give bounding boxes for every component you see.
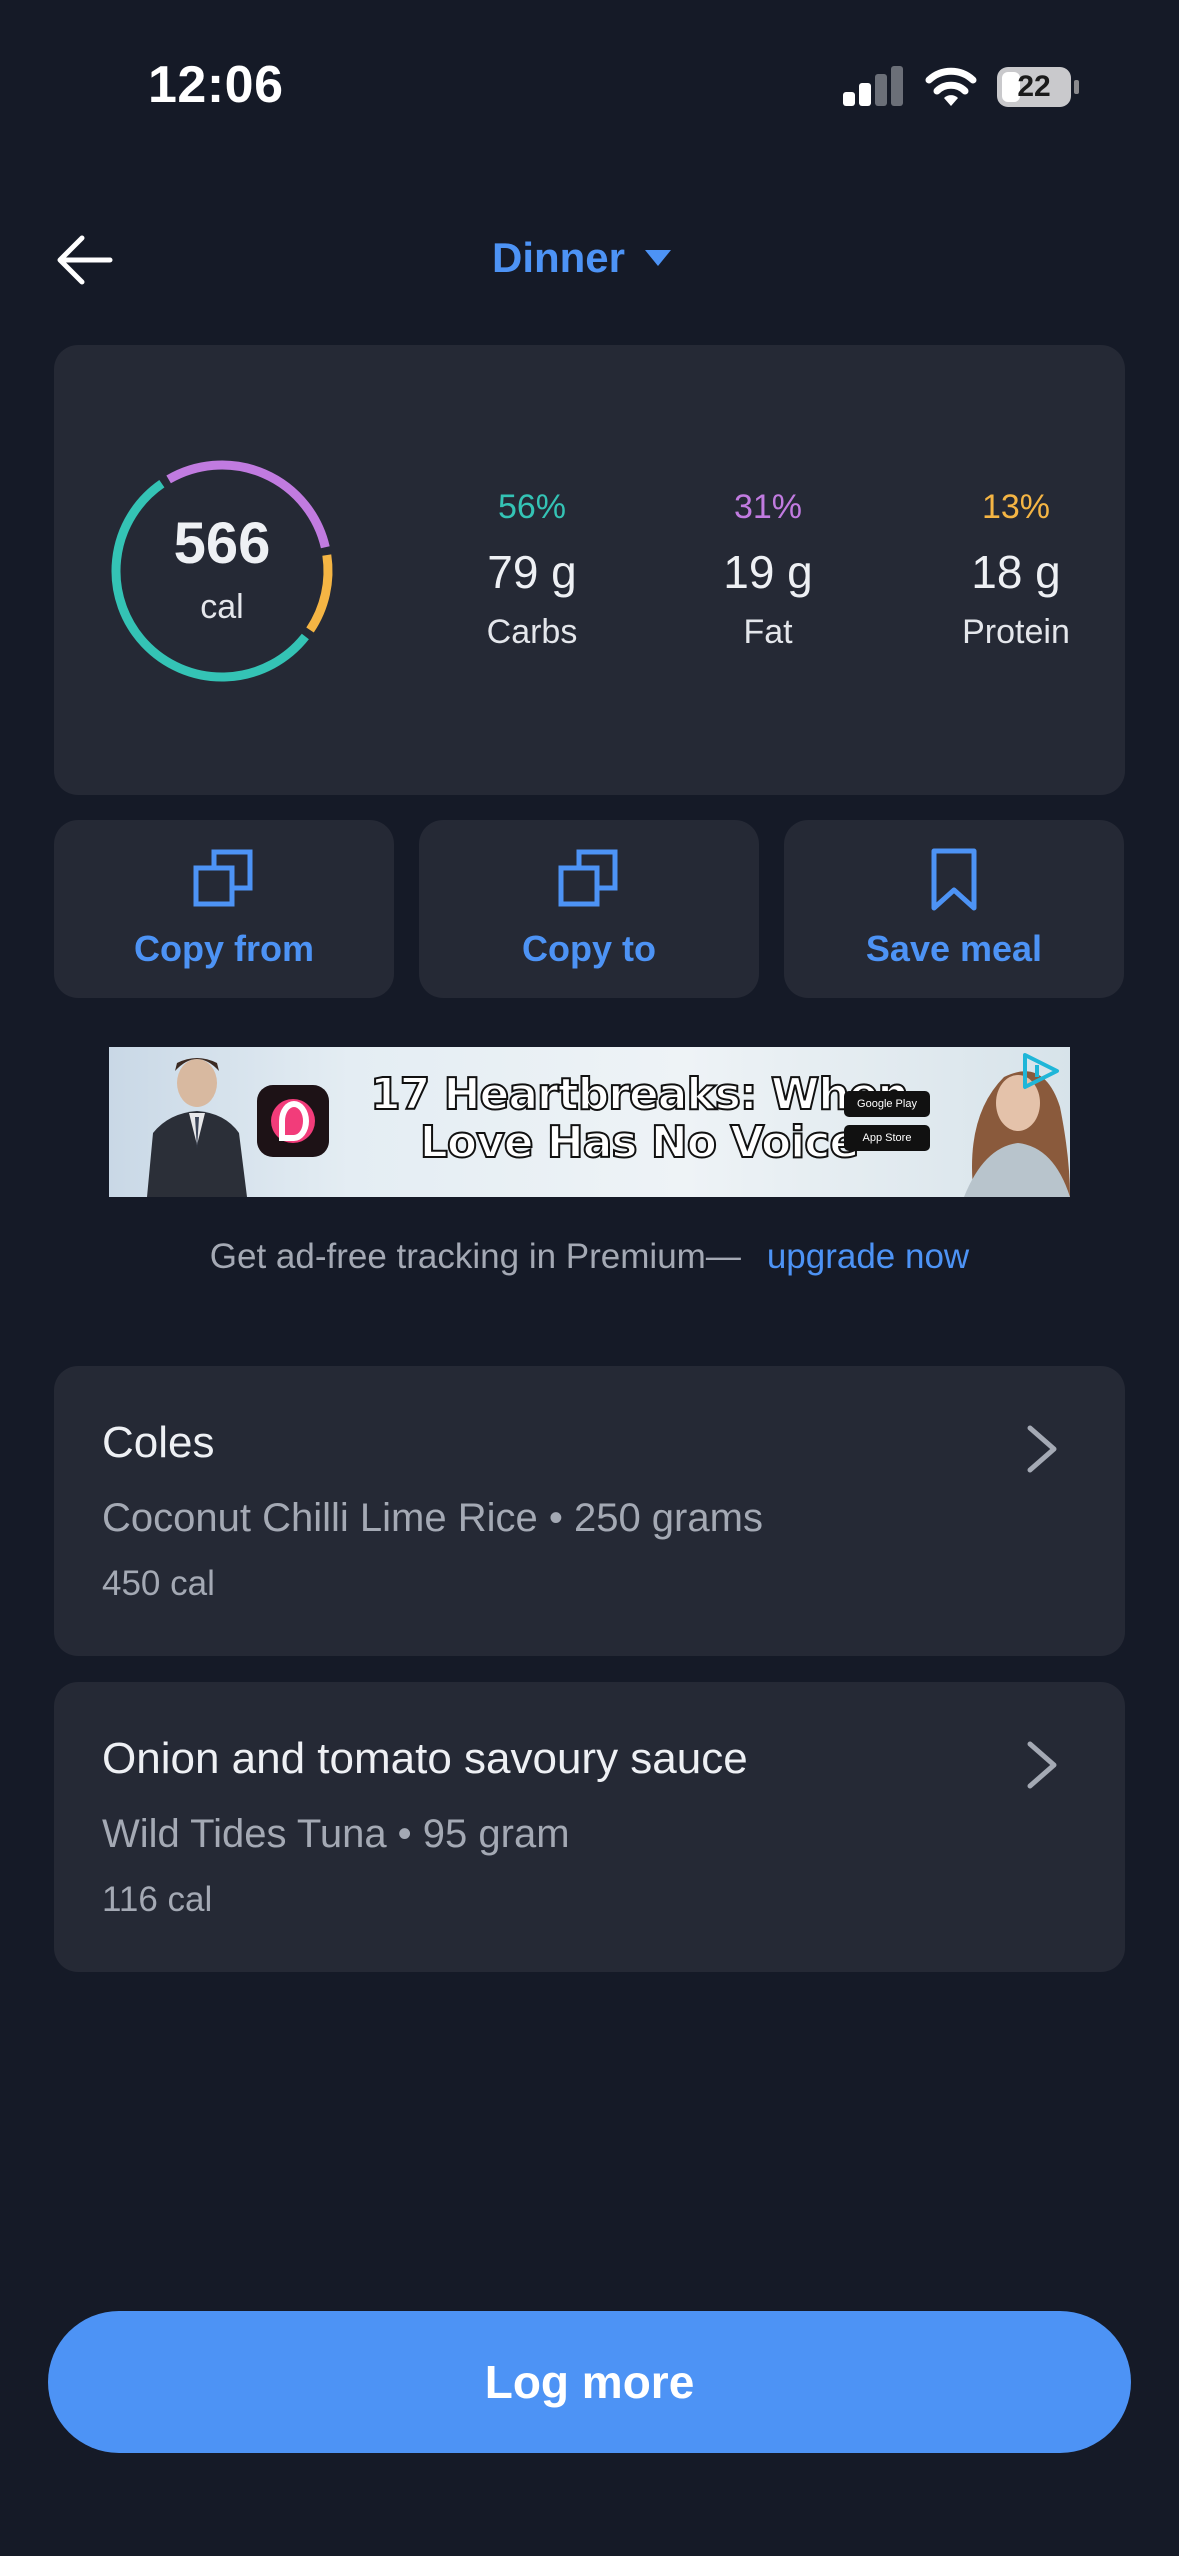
ad-info-icon[interactable] <box>1021 1051 1061 1091</box>
macro-percent: 31% <box>733 488 803 526</box>
log-more-button[interactable]: Log more <box>48 2311 1131 2453</box>
ad-app-logo <box>257 1085 329 1157</box>
wifi-icon <box>925 67 977 106</box>
status-time: 12:06 <box>148 56 284 114</box>
log-more-label: Log more <box>484 2356 695 2408</box>
copy-to-button[interactable]: Copy to <box>419 820 759 998</box>
google-play-badge: Google Play <box>844 1091 930 1117</box>
signal-icon <box>843 66 903 106</box>
premium-text: Get ad-free tracking in Premium— <box>209 1237 741 1276</box>
macro-percent: 56% <box>497 488 567 526</box>
battery-indicator: 22 <box>996 66 1080 108</box>
copy-icon <box>193 849 253 907</box>
food-calories: 116 cal <box>102 1880 213 1919</box>
food-item[interactable]: Onion and tomato savoury sauce Wild Tide… <box>54 1682 1125 1972</box>
food-item[interactable]: Coles Coconut Chilli Lime Rice • 250 gra… <box>54 1366 1125 1656</box>
ad-person-image <box>147 1058 247 1197</box>
macro-grams: 18 g <box>971 546 1061 598</box>
copy-to-label: Copy to <box>522 928 656 969</box>
ad-headline-line1: 17 Heartbreaks: When <box>369 1069 910 1120</box>
food-detail: Wild Tides Tuna • 95 gram <box>102 1812 570 1856</box>
chevron-down-icon <box>645 250 672 266</box>
copy-from-label: Copy from <box>134 928 314 969</box>
ad-headline: 17 Heartbreaks: When Love Has No Voice <box>349 1069 929 1168</box>
copy-icon <box>558 849 618 907</box>
macro-carbs: 56% 79 g Carbs <box>432 488 632 652</box>
app-store-badge: App Store <box>844 1125 930 1151</box>
copy-from-button[interactable]: Copy from <box>54 820 394 998</box>
food-detail: Coconut Chilli Lime Rice • 250 grams <box>102 1496 763 1540</box>
macro-percent: 13% <box>981 488 1051 526</box>
macro-grams: 79 g <box>487 546 577 598</box>
macro-name: Fat <box>743 613 793 651</box>
macro-fat: 31% 19 g Fat <box>668 488 868 652</box>
save-meal-button[interactable]: Save meal <box>784 820 1124 998</box>
food-calories: 450 cal <box>102 1564 215 1603</box>
chevron-right-icon <box>1027 1425 1057 1473</box>
ad-headline-line2: Love Has No Voice <box>419 1117 860 1168</box>
macro-protein: 13% 18 g Protein <box>916 488 1116 652</box>
bookmark-icon <box>931 848 977 911</box>
premium-upsell: Get ad-free tracking in Premium— upgrade … <box>0 1237 1179 1277</box>
battery-level: 22 <box>1017 70 1051 103</box>
calorie-total: 566 <box>173 511 271 576</box>
ad-banner[interactable]: 17 Heartbreaks: When Love Has No Voice G… <box>109 1047 1070 1197</box>
upgrade-now-link[interactable]: upgrade now <box>767 1237 969 1276</box>
back-arrow-icon[interactable] <box>52 232 116 288</box>
meal-selector[interactable]: Dinner <box>492 234 672 282</box>
chevron-right-icon <box>1027 1741 1057 1789</box>
calorie-unit: cal <box>200 588 244 626</box>
macro-name: Carbs <box>486 613 578 651</box>
macro-grams: 19 g <box>723 546 813 598</box>
meal-name: Dinner <box>492 234 626 281</box>
food-title: Onion and tomato savoury sauce <box>102 1734 748 1783</box>
macro-name: Protein <box>962 613 1070 651</box>
ad-logo-letter <box>279 1101 309 1141</box>
food-title: Coles <box>102 1418 215 1467</box>
save-meal-label: Save meal <box>865 928 1043 969</box>
